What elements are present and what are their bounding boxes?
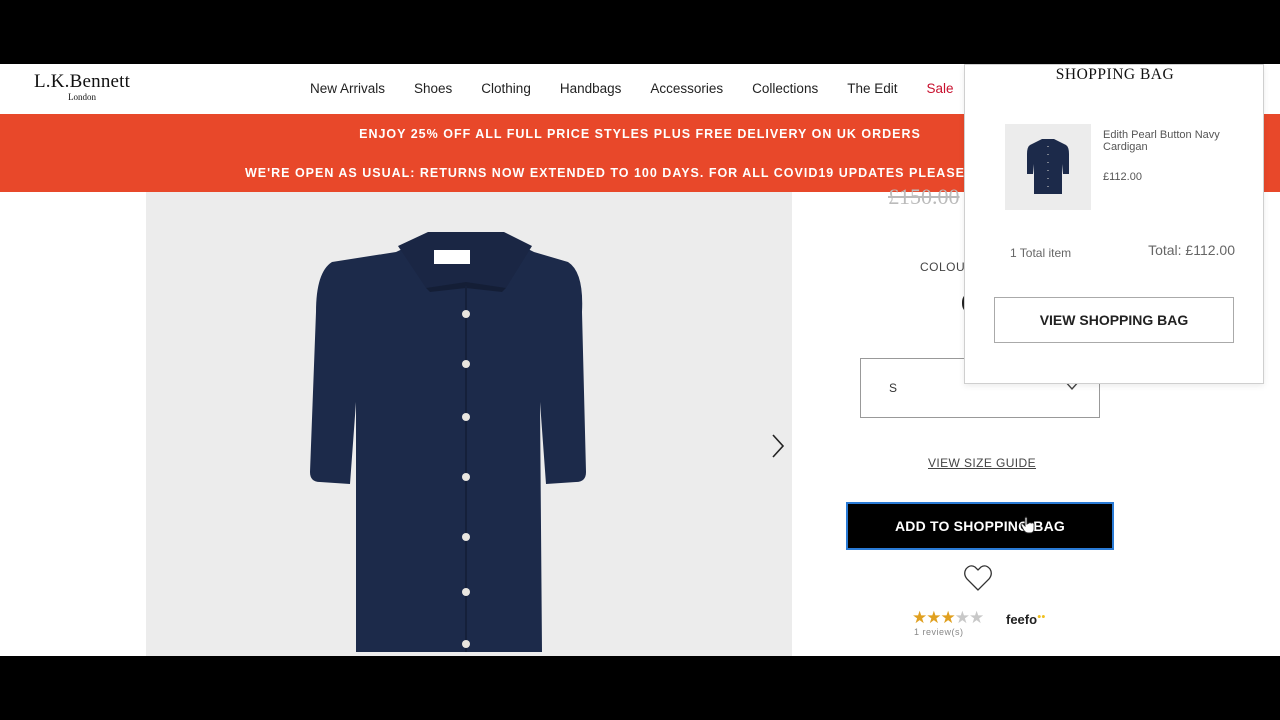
nav-the-edit[interactable]: The Edit [847, 81, 897, 96]
nav-clothing[interactable]: Clothing [481, 81, 531, 96]
brand-logo[interactable]: L.K.Bennett London [34, 71, 131, 103]
star-filled-icon: ★ [926, 608, 941, 627]
star-empty-icon: ★ [954, 608, 970, 627]
nav-collections[interactable]: Collections [752, 81, 818, 96]
view-shopping-bag-button[interactable]: VIEW SHOPPING BAG [994, 297, 1234, 343]
main-nav: New Arrivals Shoes Clothing Handbags Acc… [310, 81, 983, 96]
size-select-value: S [889, 381, 898, 395]
letterbox-top [0, 0, 1280, 64]
letterbox-bottom [0, 656, 1280, 720]
feefo-dots: ●● [1037, 613, 1046, 621]
nav-accessories[interactable]: Accessories [650, 81, 723, 96]
bag-item-thumbnail[interactable] [1005, 124, 1091, 210]
product-page: L.K.Bennett London New Arrivals Shoes Cl… [0, 64, 1280, 656]
star-filled-icon: ★ [912, 608, 927, 627]
nav-sale[interactable]: Sale [926, 81, 953, 96]
shopping-bag-title: SHOPPING BAG [1055, 66, 1175, 83]
bag-item-count: 1 Total item [1010, 246, 1072, 260]
logo-name: L.K.Bennett [34, 71, 131, 92]
review-count[interactable]: 1 review(s) [914, 627, 964, 637]
feefo-text: feefo [1006, 612, 1038, 627]
product-image [310, 232, 586, 652]
nav-shoes[interactable]: Shoes [414, 81, 452, 96]
heart-icon[interactable] [963, 564, 993, 592]
star-filled-icon: ★ [940, 608, 956, 627]
feefo-logo: feefo●● [1006, 612, 1046, 627]
logo-city: London [68, 92, 97, 102]
nav-new-arrivals[interactable]: New Arrivals [310, 81, 385, 96]
bag-total: Total: £112.00 [1148, 242, 1235, 258]
chevron-right-icon[interactable] [770, 432, 786, 460]
nav-handbags[interactable]: Handbags [560, 81, 622, 96]
rating-stars: ★★★★★ [912, 608, 984, 628]
old-price: £150.00 [888, 184, 960, 209]
promo-line-covid[interactable]: WE'RE OPEN AS USUAL: RETURNS NOW EXTENDE… [245, 166, 988, 180]
view-size-guide-link[interactable]: VIEW SIZE GUIDE [928, 456, 1036, 470]
product-image-gallery [146, 192, 792, 656]
hand-cursor-icon [1020, 516, 1035, 534]
shopping-bag-dropdown: SHOPPING BAG Edith Pearl Button Navy Car… [964, 64, 1264, 384]
bag-item-price: £112.00 [1103, 171, 1142, 183]
add-to-bag-button[interactable]: ADD TO SHOPPING BAG [846, 502, 1114, 550]
star-empty-icon: ★ [969, 608, 984, 627]
bag-item-image [1027, 139, 1069, 194]
bag-item-name[interactable]: Edith Pearl Button Navy Cardigan [1103, 129, 1243, 153]
